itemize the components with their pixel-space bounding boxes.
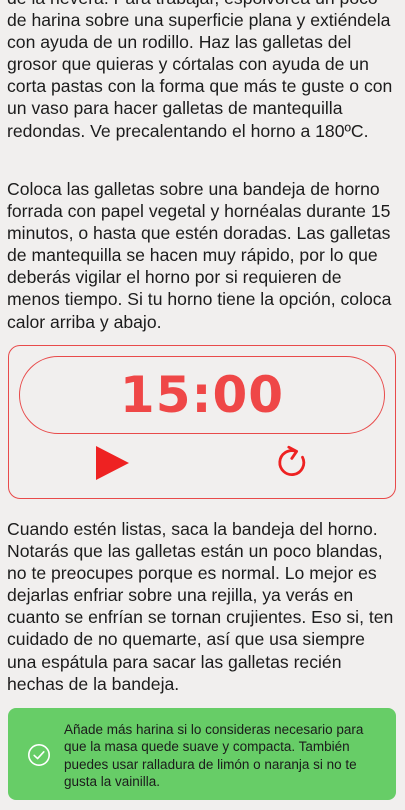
instruction-paragraph-1: de la nevera. Para trabajar, espolvorea … [7, 0, 393, 141]
restart-icon [278, 445, 306, 476]
check-circle-icon [28, 744, 50, 766]
timer-widget: 15:00 [8, 345, 396, 499]
timer-time: 15:00 [119, 366, 285, 424]
tip-text: Añade más harina si lo consideras necesa… [64, 722, 364, 790]
play-button[interactable] [93, 445, 131, 481]
restart-button[interactable] [273, 442, 313, 482]
instruction-paragraph-3: Cuando estén listas, saca la bandeja del… [7, 519, 394, 694]
timer-display: 15:00 [19, 356, 385, 434]
tip-card: Añade más harina si lo consideras necesa… [8, 708, 396, 800]
play-icon [96, 446, 129, 480]
instruction-paragraph-2: Coloca las galletas sobre una bandeja de… [7, 179, 392, 332]
